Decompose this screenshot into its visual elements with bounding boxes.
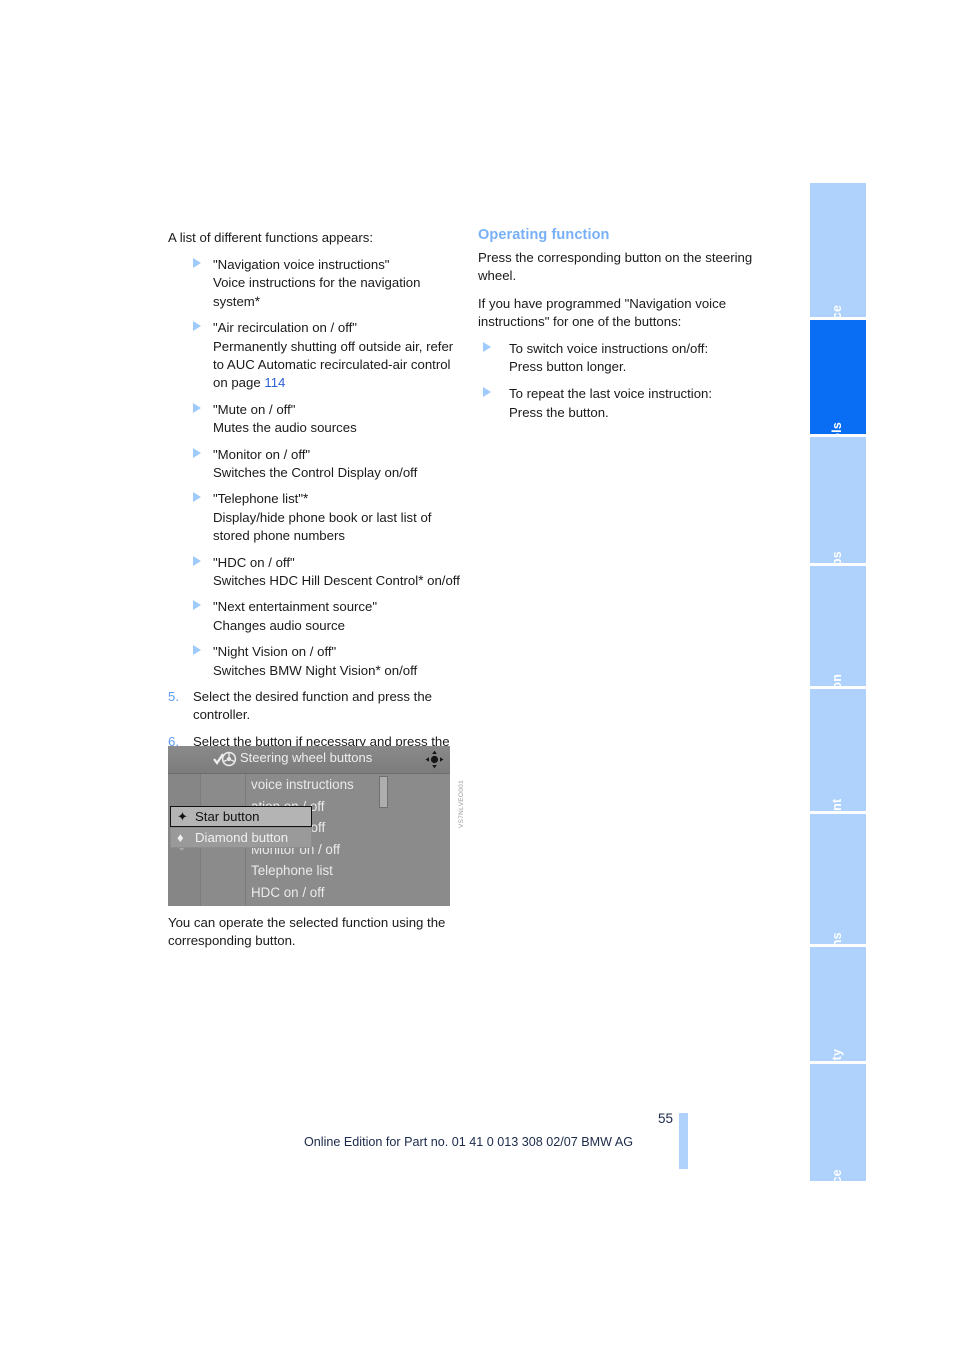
function-list: "Navigation voice instructions" Voice in…: [168, 256, 464, 680]
triangle-bullet-icon: [193, 402, 201, 413]
popup-item-diamond-button[interactable]: ♦ Diamond button: [170, 827, 312, 848]
left-text-column: A list of different functions appears: "…: [168, 229, 464, 777]
function-title: "Mute on / off": [213, 401, 296, 417]
menu-item[interactable]: voice instructions: [248, 774, 450, 796]
control-display-titlebar: Steering wheel buttons: [168, 746, 450, 774]
bullet-line-2: Press button longer.: [509, 359, 627, 375]
sidebar-item-label: Navigation: [830, 674, 846, 686]
footnote-asterisk: *: [254, 293, 261, 309]
popup-item-star-button[interactable]: ✦ Star button: [170, 806, 312, 827]
sidebar-item-communications[interactable]: Communications: [810, 814, 866, 944]
function-description: Permanently shutting off outside air, re…: [213, 338, 454, 390]
page-cross-reference[interactable]: 114: [264, 375, 285, 390]
paragraph: If you have programmed "Navigation voice…: [478, 295, 727, 329]
function-description: Mutes the audio sources: [213, 419, 357, 435]
sidebar-item-label: Reference: [830, 1169, 846, 1181]
list-item: 5. Select the desired function and press…: [168, 688, 464, 724]
function-description: Switches the Control Display on/off: [213, 464, 418, 480]
list-item: "Next entertainment source" Changes audi…: [168, 598, 464, 634]
list-item: "Air recirculation on / off" Permanently…: [168, 319, 464, 392]
sidebar-item-label: Entertainment: [830, 799, 846, 811]
function-description-suffix: on/off: [380, 662, 418, 678]
list-item: "Night Vision on / off" Switches BMW Nig…: [168, 643, 464, 679]
control-display-title: Steering wheel buttons: [240, 750, 373, 765]
footnote-asterisk: *: [303, 491, 309, 507]
after-figure-text: You can operate the selected function us…: [168, 915, 446, 949]
button-selection-popup: ✦ Star button ♦ Diamond button: [170, 806, 312, 848]
sidebar-item-label: Driving tips: [830, 551, 846, 563]
steering-wheel-check-icon: [213, 750, 237, 768]
scrollbar-thumb[interactable]: [379, 776, 388, 808]
function-title: "Next entertainment source": [213, 599, 378, 615]
function-title: "Navigation voice instructions": [213, 257, 390, 273]
section-heading: Operating function: [478, 227, 610, 243]
page-number: 55: [657, 1111, 673, 1126]
sidebar-item-mobility[interactable]: Mobility: [810, 947, 866, 1061]
manual-page: A list of different functions appears: "…: [0, 0, 954, 1351]
function-description: Changes audio source: [213, 617, 345, 633]
sidebar-item-label: Controls: [830, 422, 846, 434]
triangle-bullet-icon: [193, 321, 201, 332]
list-item: "Monitor on / off" Switches the Control …: [168, 446, 464, 482]
triangle-bullet-icon: [193, 555, 201, 566]
function-title: "Air recirculation on / off": [213, 320, 357, 336]
function-description: Display/hide phone book or last list of …: [213, 509, 432, 543]
after-figure-paragraph: You can operate the selected function us…: [168, 914, 464, 959]
thumb-index-sidebar: At a glance Controls Driving tips Naviga…: [810, 183, 866, 1181]
list-item: "Telephone list"* Display/hide phone boo…: [168, 490, 464, 545]
sidebar-item-controls[interactable]: Controls: [810, 320, 866, 434]
control-display-body: ◆ voice instructions ation on / off Mute…: [168, 774, 450, 906]
triangle-bullet-icon: [483, 342, 491, 353]
footer-note: Online Edition for Part no. 01 41 0 013 …: [304, 1135, 634, 1149]
operating-bullet-list: To switch voice instructions on/off: Pre…: [478, 340, 774, 422]
figure-caption-code: VS7NLVEO001: [458, 780, 465, 828]
triangle-bullet-icon: [193, 645, 201, 656]
triangle-bullet-icon: [193, 492, 201, 503]
list-item: "Mute on / off" Mutes the audio sources: [168, 401, 464, 437]
bullet-line-1: To repeat the last voice instruction:: [509, 386, 713, 402]
control-display-screenshot: Steering wheel buttons ◆: [168, 746, 450, 906]
sidebar-item-driving-tips[interactable]: Driving tips: [810, 437, 866, 563]
sidebar-item-label: Mobility: [830, 1049, 846, 1061]
function-description-suffix: on/off: [423, 572, 460, 588]
bullet-line-1: To switch voice instructions on/off:: [509, 341, 709, 357]
bullet-line-2: Press the button.: [509, 404, 609, 420]
sidebar-item-at-a-glance[interactable]: At a glance: [810, 183, 866, 317]
menu-item[interactable]: Telephone list: [248, 860, 450, 882]
menu-item[interactable]: HDC on / off: [248, 882, 450, 904]
triangle-bullet-icon: [193, 447, 201, 458]
list-item: "HDC on / off" Switches HDC Hill Descent…: [168, 554, 464, 590]
function-description: Switches BMW Night Vision: [213, 662, 376, 678]
popup-item-label: Diamond button: [195, 830, 289, 845]
figure-control-display: Steering wheel buttons ◆: [168, 746, 468, 906]
sidebar-item-label: Communications: [830, 932, 846, 944]
page-number-accent-bar: [679, 1113, 688, 1169]
function-title: "Monitor on / off": [213, 446, 311, 462]
sidebar-item-entertainment[interactable]: Entertainment: [810, 689, 866, 811]
list-item: "Navigation voice instructions" Voice in…: [168, 256, 464, 311]
function-description: Voice instructions for the navigation sy…: [213, 275, 421, 309]
function-title: "HDC on / off": [213, 554, 295, 570]
step-text: Select the desired function and press th…: [193, 689, 432, 723]
joystick-icon: [425, 750, 444, 769]
list-item: To repeat the last voice instruction: Pr…: [478, 385, 774, 421]
popup-item-label: Star button: [195, 809, 260, 824]
paragraph: Press the corresponding button on the st…: [478, 250, 753, 284]
function-description: Switches HDC Hill Descent Control: [213, 572, 419, 588]
function-title: "Night Vision on / off": [213, 644, 337, 660]
intro-paragraph: A list of different functions appears:: [168, 230, 374, 245]
triangle-bullet-icon: [193, 600, 201, 611]
sidebar-item-navigation[interactable]: Navigation: [810, 566, 866, 686]
sidebar-item-label: At a glance: [830, 305, 846, 317]
triangle-bullet-icon: [193, 258, 201, 269]
list-item: To switch voice instructions on/off: Pre…: [478, 340, 774, 376]
star-icon: ✦: [177, 809, 188, 824]
step-number: 5.: [168, 689, 179, 705]
diamond-icon: ♦: [177, 830, 184, 845]
right-text-column: Operating function Press the correspondi…: [478, 226, 774, 431]
function-title: "Telephone list": [213, 491, 304, 507]
triangle-bullet-icon: [483, 387, 491, 398]
sidebar-item-reference[interactable]: Reference: [810, 1064, 866, 1181]
